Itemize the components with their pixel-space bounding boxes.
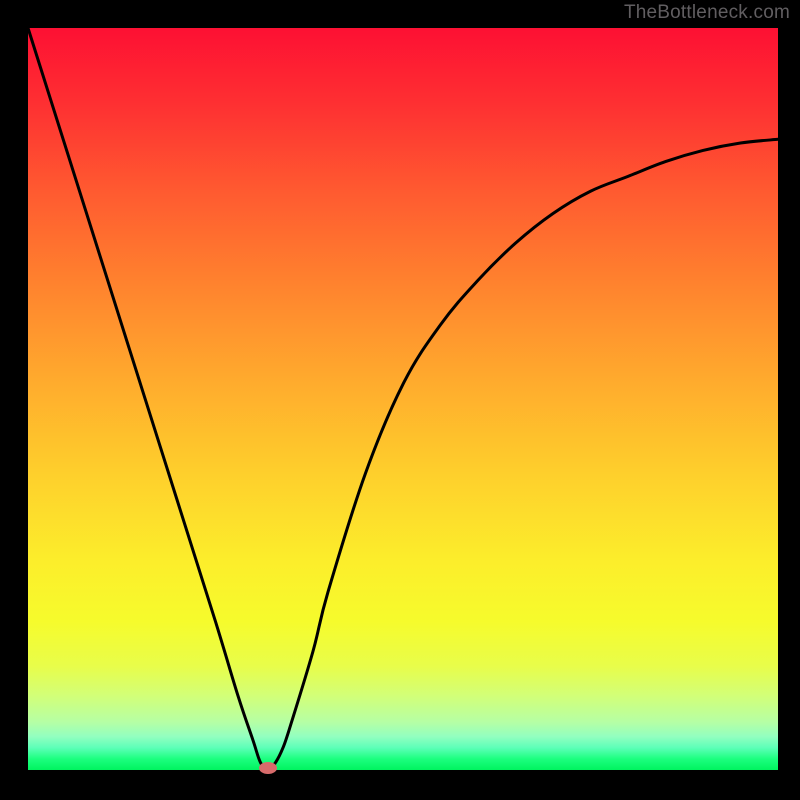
attribution-label: TheBottleneck.com [624,2,790,24]
chart-plot-area [28,28,778,770]
chart-container: TheBottleneck.com [0,0,800,800]
minimum-point-marker [259,762,277,774]
bottleneck-curve-chart [0,0,800,800]
